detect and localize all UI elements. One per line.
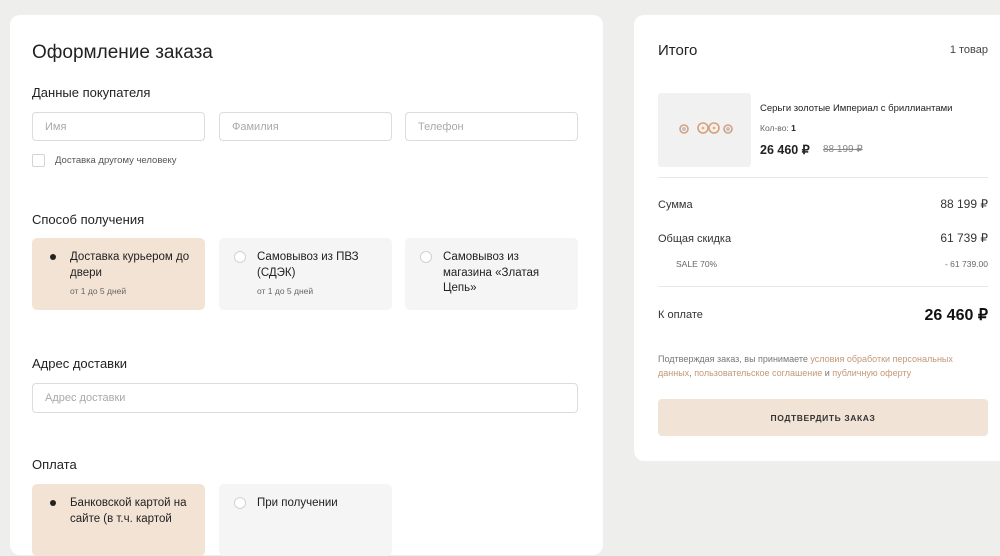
radio-selected-icon bbox=[47, 497, 59, 509]
delivery-option-sub: от 1 до 5 дней bbox=[70, 286, 127, 296]
sale-value: - 61 739.00 bbox=[944, 259, 988, 269]
divider bbox=[658, 177, 988, 178]
discount-value: 61 739 ₽ bbox=[940, 231, 988, 245]
item-count: 1 товар bbox=[949, 44, 988, 56]
address-section-title: Адрес доставки bbox=[32, 356, 128, 371]
public-offer-link[interactable]: публичную оферту bbox=[832, 368, 911, 378]
order-summary-panel: Итого 1 товар Серьги золотые Империал с … bbox=[634, 15, 1000, 461]
other-person-label: Доставка другому человеку bbox=[55, 155, 177, 166]
delivery-option-label: Доставка курьером до двери bbox=[70, 251, 190, 279]
payment-section-title: Оплата bbox=[32, 457, 77, 472]
radio-icon bbox=[234, 251, 246, 263]
delivery-option-store[interactable]: Самовывоз из магазина «Златая Цепь» bbox=[405, 238, 578, 310]
payment-option-on-delivery[interactable]: При получении bbox=[219, 484, 392, 556]
product-price: 26 460 ₽ bbox=[760, 143, 810, 157]
radio-icon bbox=[234, 497, 246, 509]
first-name-input[interactable] bbox=[32, 112, 205, 141]
buyer-section-title: Данные покупателя bbox=[32, 85, 151, 100]
product-thumbnail[interactable] bbox=[658, 93, 751, 167]
delivery-section-title: Способ получения bbox=[32, 212, 145, 227]
page-title: Оформление заказа bbox=[32, 42, 213, 63]
legal-notice: Подтверждая заказ, вы принимаете условия… bbox=[658, 354, 953, 378]
total-value: 26 460 ₽ bbox=[924, 307, 988, 324]
other-person-checkbox[interactable] bbox=[32, 154, 45, 167]
sale-label: SALE 70% bbox=[676, 259, 718, 269]
sum-label: Сумма bbox=[658, 199, 693, 211]
payment-option-label: Банковской картой на сайте (в т.ч. карто… bbox=[70, 497, 187, 525]
total-label: К оплате bbox=[658, 309, 703, 321]
last-name-input[interactable] bbox=[219, 112, 392, 141]
phone-input[interactable] bbox=[405, 112, 578, 141]
radio-icon bbox=[420, 251, 432, 263]
delivery-option-courier[interactable]: Доставка курьером до двери от 1 до 5 дне… bbox=[32, 238, 205, 310]
delivery-option-label: Самовывоз из ПВЗ (СДЭК) bbox=[257, 251, 359, 279]
product-quantity: Кол-во: 1 bbox=[760, 123, 796, 133]
discount-label: Общая скидка bbox=[658, 233, 732, 245]
delivery-option-sub: от 1 до 5 дней bbox=[257, 286, 314, 296]
delivery-option-pvz[interactable]: Самовывоз из ПВЗ (СДЭК) от 1 до 5 дней bbox=[219, 238, 392, 310]
delivery-option-label: Самовывоз из магазина «Златая Цепь» bbox=[443, 251, 540, 294]
payment-option-card[interactable]: Банковской картой на сайте (в т.ч. карто… bbox=[32, 484, 205, 556]
address-input[interactable] bbox=[32, 383, 578, 413]
product-old-price: 88 199 ₽ bbox=[823, 144, 863, 155]
summary-title: Итого bbox=[658, 42, 698, 59]
checkout-form-panel: Оформление заказа Данные покупателя Дост… bbox=[10, 15, 603, 556]
confirm-order-button[interactable]: ПОДТВЕРДИТЬ ЗАКАЗ bbox=[658, 399, 988, 436]
user-agreement-link[interactable]: пользовательское соглашение bbox=[694, 368, 822, 378]
earrings-image bbox=[679, 122, 733, 134]
product-name[interactable]: Серьги золотые Империал с бриллиантами bbox=[760, 103, 953, 114]
sum-value: 88 199 ₽ bbox=[940, 197, 988, 211]
payment-option-label: При получении bbox=[257, 497, 338, 509]
divider bbox=[658, 286, 988, 287]
radio-selected-icon bbox=[47, 251, 59, 263]
